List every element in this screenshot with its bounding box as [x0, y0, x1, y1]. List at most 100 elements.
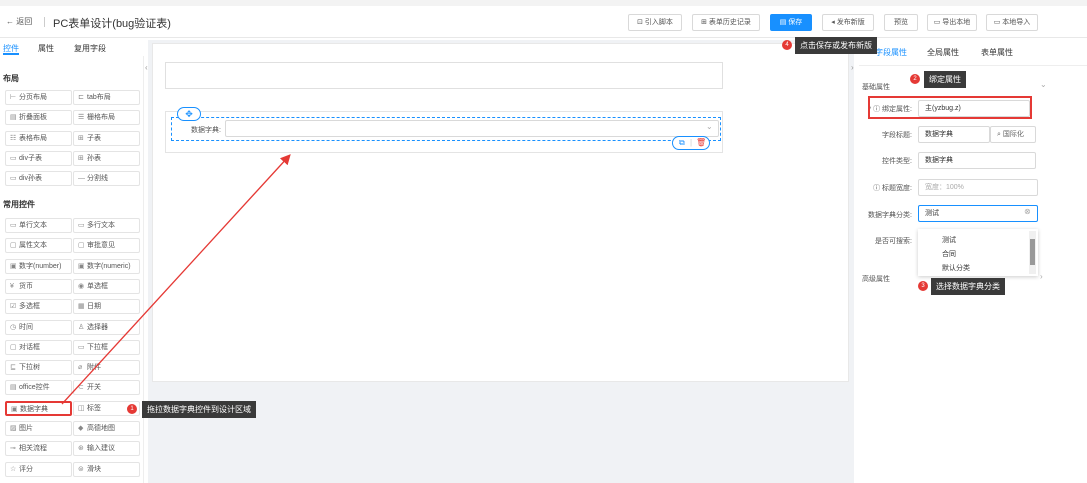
layout-item[interactable]: ▭ div孙表: [5, 171, 72, 187]
active-tab-indicator: [3, 53, 19, 55]
control-item[interactable]: ◆ 高德地图: [73, 421, 140, 436]
control-item[interactable]: ⊛ 输入建议: [73, 441, 140, 457]
layout-item-label: 表格布局: [19, 134, 47, 142]
dropdown-option[interactable]: 测试: [942, 235, 956, 245]
dictionary-category-select[interactable]: 测试: [918, 205, 1038, 222]
i18n-button[interactable]: ⌕ 国际化: [990, 126, 1036, 143]
layout-item[interactable]: ⊞ 子表: [73, 130, 140, 146]
control-item-icon: ▭: [10, 222, 17, 229]
control-item[interactable]: ¥ 货币: [5, 278, 72, 294]
history-icon: ⊞: [701, 19, 709, 26]
import-local-button[interactable]: ▭ 本地导入: [986, 14, 1038, 31]
layout-section-title: 布局: [3, 74, 19, 83]
control-item[interactable]: ▭ 单行文本: [5, 218, 72, 233]
control-type-label: 控件类型:: [882, 158, 912, 165]
layout-item[interactable]: ▭ div子表: [5, 150, 72, 166]
import-script-button[interactable]: ⊡ 引入脚本: [628, 14, 682, 31]
design-canvas[interactable]: [152, 43, 849, 382]
code-icon: ⊡: [637, 19, 645, 26]
collapse-left-icon[interactable]: ‹: [145, 63, 148, 72]
control-item[interactable]: ☆ 评分: [5, 461, 72, 477]
save-button[interactable]: ▤ 保存: [770, 14, 812, 31]
control-item[interactable]: ▭ 下拉框: [73, 339, 140, 355]
control-item[interactable]: ▭ 多行文本: [73, 218, 140, 233]
tab-global-properties[interactable]: 全局属性: [927, 47, 959, 58]
control-item[interactable]: ▨ 图片: [5, 421, 72, 436]
dictionary-field-select[interactable]: [225, 120, 719, 137]
tab-reuse-fields[interactable]: 复用字段: [74, 43, 106, 54]
control-item[interactable]: ▢ 对话框: [5, 339, 72, 355]
delete-icon[interactable]: 🗑: [696, 137, 706, 149]
basic-properties-section[interactable]: 基础属性: [862, 82, 890, 92]
layout-item[interactable]: ⊏ tab布局: [73, 90, 140, 105]
control-item[interactable]: ⊑ 下拉树: [5, 360, 72, 376]
advanced-properties-section[interactable]: 高级属性: [862, 274, 890, 284]
empty-layout-slot[interactable]: [165, 62, 723, 89]
field-title-input[interactable]: 数据字典: [918, 126, 990, 143]
layout-item-icon: —: [78, 175, 85, 183]
control-item[interactable]: ⊸ 相关流程: [5, 441, 72, 457]
control-item[interactable]: ▢ 审批意见: [73, 238, 140, 254]
preview-button[interactable]: 预览: [884, 14, 918, 31]
annotation-tooltip-1: 拖拉数据字典控件到设计区域: [142, 401, 256, 418]
control-item[interactable]: ▣ 数据字典: [5, 400, 72, 416]
layout-item[interactable]: ☰ 栅格布局: [73, 110, 140, 126]
dropdown-option[interactable]: 默认分类: [942, 263, 970, 273]
control-item[interactable]: ◷ 时间: [5, 319, 72, 335]
scroll-thumb[interactable]: [1030, 239, 1035, 265]
control-item[interactable]: ⌀ 附件: [73, 360, 140, 376]
control-item-icon: ▢: [10, 343, 17, 351]
tab-properties[interactable]: 属性: [38, 43, 54, 54]
chevron-down-icon: ⌄: [1040, 80, 1047, 89]
left-panel-tabs: 控件 属性 复用字段: [0, 40, 144, 55]
control-item-label: office控件: [19, 384, 50, 392]
control-item-icon: ▣: [78, 262, 85, 270]
publish-button[interactable]: ◂ 发布新版: [822, 14, 874, 31]
control-item[interactable]: ▣ 数字(number): [5, 258, 72, 274]
control-item[interactable]: ◉ 单选框: [73, 278, 140, 294]
layout-item[interactable]: ⊞ 孙表: [73, 150, 140, 166]
back-button[interactable]: ← 返回: [6, 16, 32, 27]
control-type-select[interactable]: 数据字典: [918, 152, 1036, 169]
layout-item[interactable]: — 分割线: [73, 171, 140, 187]
control-item-icon: ▢: [10, 242, 17, 250]
annotation-tooltip-3: 选择数据字典分类: [931, 278, 1005, 295]
dropdown-scrollbar[interactable]: [1029, 231, 1036, 274]
form-history-button[interactable]: ⊞ 表单历史记录: [692, 14, 760, 31]
title-width-input[interactable]: 宽度：100%: [918, 179, 1038, 196]
control-item[interactable]: ☑ 多选框: [5, 299, 72, 315]
control-item-label: 下拉树: [19, 364, 40, 372]
field-title-label: 字段标题:: [882, 132, 912, 139]
control-item[interactable]: ▤ office控件: [5, 380, 72, 396]
chevron-down-icon: ⌄: [706, 122, 713, 131]
annotation-tooltip-4: 点击保存或发布新版: [795, 37, 877, 54]
drag-handle-icon[interactable]: ✥: [177, 107, 201, 121]
control-item[interactable]: ▦ 日期: [73, 299, 140, 315]
layout-item-label: 折叠面板: [19, 114, 47, 122]
app-header: ← 返回 PC表单设计(bug验证表) ⊡ 引入脚本 ⊞ 表单历史记录 ▤ 保存…: [0, 6, 1087, 38]
clear-icon[interactable]: ⊗: [1024, 207, 1031, 216]
export-local-button[interactable]: ▭ 导出本地: [927, 14, 977, 31]
dropdown-option[interactable]: 合同: [942, 249, 956, 259]
control-item[interactable]: ⊜ 滑块: [73, 461, 140, 477]
control-item[interactable]: ⊂ 开关: [73, 380, 140, 396]
control-item-icon: ⊑: [10, 364, 16, 372]
control-item[interactable]: ▣ 数字(numeric): [73, 258, 140, 274]
layout-item[interactable]: ☷ 表格布局: [5, 130, 72, 146]
collapse-right-icon[interactable]: ›: [851, 63, 854, 72]
tab-field-properties[interactable]: 字段属性: [875, 47, 907, 58]
layout-item[interactable]: ▤ 折叠面板: [5, 110, 72, 126]
control-item-icon: ▤: [10, 384, 17, 392]
control-item-icon: ⊂: [78, 384, 84, 392]
tab-form-properties[interactable]: 表单属性: [981, 47, 1013, 58]
layout-item[interactable]: ⊢ 分页布局: [5, 90, 72, 105]
control-item[interactable]: ♙ 选择器: [73, 319, 140, 335]
control-item-icon: ◫: [78, 404, 85, 412]
divider: |: [690, 138, 693, 147]
control-item-label: 数据字典: [20, 405, 48, 413]
header-divider: [44, 17, 45, 27]
highlight-bind-property: [868, 96, 1032, 119]
copy-icon[interactable]: ⧉: [679, 137, 685, 149]
control-item[interactable]: ▢ 属性文本: [5, 238, 72, 254]
layout-item-icon: ⊏: [78, 94, 84, 101]
